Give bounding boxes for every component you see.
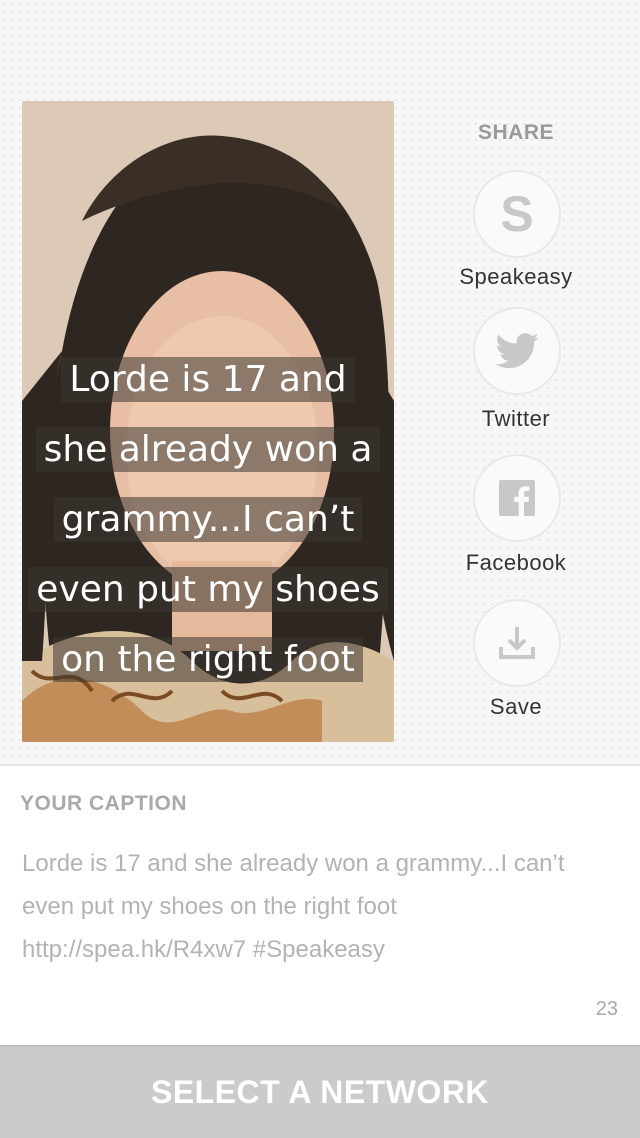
share-facebook-button[interactable] (473, 454, 561, 542)
quote-line: Lorde is 17 and (61, 357, 355, 402)
save-label: Save (489, 694, 543, 719)
quote-line: she already won a (35, 427, 381, 472)
quote-line: grammy...I can’t (53, 497, 363, 542)
quote-line: even put my shoes (28, 567, 388, 612)
facebook-f-icon (499, 480, 535, 516)
caption-textarea[interactable]: Lorde is 17 and she already won a grammy… (22, 842, 622, 971)
quote-overlay: Lorde is 17 and she already won a grammy… (22, 345, 394, 695)
character-count: 23 (595, 998, 618, 1020)
save-button[interactable] (473, 599, 561, 687)
share-speakeasy-label: Speakeasy (459, 264, 573, 289)
share-twitter-label: Twitter (481, 406, 551, 431)
share-title: SHARE (477, 121, 554, 144)
quote-line: on the right foot (53, 637, 363, 682)
svg-text:S: S (500, 189, 533, 239)
speakeasy-s-icon: S (500, 189, 533, 239)
caption-panel: YOUR CAPTION Lorde is 17 and she already… (0, 764, 640, 1047)
select-network-button[interactable]: SELECT A NETWORK (0, 1045, 640, 1138)
twitter-bird-icon (495, 333, 539, 369)
caption-title: YOUR CAPTION (20, 792, 188, 815)
share-speakeasy-button[interactable]: S (473, 170, 561, 258)
download-tray-icon (499, 627, 535, 659)
share-facebook-label: Facebook (465, 550, 567, 575)
share-twitter-button[interactable] (473, 307, 561, 395)
meme-card: Lorde is 17 and she already won a grammy… (22, 101, 394, 742)
